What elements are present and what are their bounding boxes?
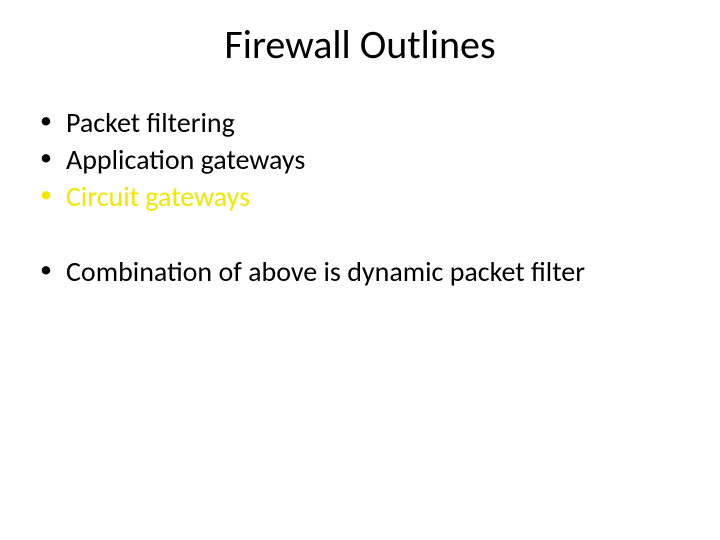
- slide: Firewall Outlines • Packet filtering • A…: [0, 0, 720, 540]
- bullet-item: • Combination of above is dynamic packet…: [40, 254, 680, 289]
- bullet-icon: •: [40, 179, 66, 211]
- bullet-item: • Packet filtering: [40, 105, 680, 140]
- bullet-item: • Application gateways: [40, 142, 680, 177]
- bullet-text: Combination of above is dynamic packet f…: [66, 254, 585, 289]
- bullet-icon: •: [40, 254, 66, 286]
- slide-body: • Packet filtering • Application gateway…: [40, 105, 680, 291]
- spacer: [40, 216, 680, 254]
- bullet-item-highlight: • Circuit gateways: [40, 179, 680, 214]
- slide-title: Firewall Outlines: [0, 20, 720, 69]
- bullet-icon: •: [40, 142, 66, 174]
- bullet-text: Application gateways: [66, 142, 305, 177]
- bullet-text: Packet filtering: [66, 105, 235, 140]
- bullet-text: Circuit gateways: [66, 179, 250, 214]
- bullet-icon: •: [40, 105, 66, 137]
